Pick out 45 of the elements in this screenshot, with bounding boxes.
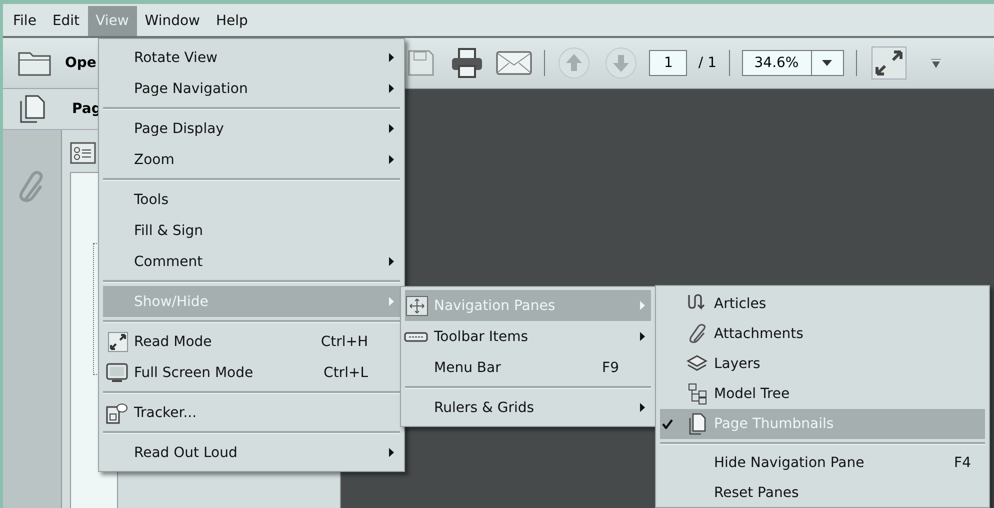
zoom-field[interactable]: 34.6% xyxy=(742,50,812,76)
print-icon[interactable] xyxy=(450,47,484,79)
options-icon[interactable] xyxy=(70,142,96,164)
tree-icon xyxy=(688,383,708,405)
open-button[interactable]: Ope xyxy=(65,55,96,71)
menu-item[interactable]: Page Display xyxy=(103,113,400,144)
save-icon[interactable] xyxy=(406,48,436,78)
menu-item[interactable]: Full Screen Mode Ctrl+L xyxy=(103,357,400,388)
menu-item[interactable]: Fill & Sign xyxy=(103,215,400,246)
mail-icon[interactable] xyxy=(496,50,532,76)
menu-item[interactable]: Read Mode Ctrl+H xyxy=(103,326,400,357)
menu-item[interactable]: Window xyxy=(136,6,208,36)
tracker-icon xyxy=(106,402,128,424)
pages-icon xyxy=(688,413,708,435)
menu-item[interactable]: Tools xyxy=(103,184,400,215)
pages-icon[interactable] xyxy=(18,94,46,124)
menu-item[interactable]: Attachments xyxy=(660,319,985,349)
menu-item[interactable]: Toolbar Items xyxy=(405,321,651,352)
page-total: / 1 xyxy=(698,55,716,71)
menu-item[interactable]: Rulers & Grids xyxy=(405,392,651,423)
expand-icon xyxy=(108,332,128,352)
caret-icon xyxy=(822,60,832,66)
menu-item[interactable]: Help xyxy=(208,6,256,36)
menu-item[interactable]: Menu Bar F9 xyxy=(405,352,651,383)
zoom-dropdown[interactable] xyxy=(812,50,844,76)
page-number-field[interactable]: 1 xyxy=(649,50,688,76)
paperclip-icon xyxy=(688,323,708,345)
menu-item[interactable]: File xyxy=(5,6,44,36)
menu-item[interactable]: Comment xyxy=(103,246,400,277)
menu-item[interactable]: Tracker... xyxy=(103,397,400,428)
toolbar-icon xyxy=(404,332,428,342)
menu-item[interactable]: Zoom xyxy=(103,144,400,175)
menu-item[interactable]: Reset Panes xyxy=(660,478,985,507)
menu-item[interactable]: Articles xyxy=(660,289,985,319)
menu-item[interactable]: Read Out Loud xyxy=(103,437,400,468)
menu-item[interactable]: Model Tree xyxy=(660,379,985,409)
menu-item[interactable]: Layers xyxy=(660,349,985,379)
expand-icon[interactable] xyxy=(870,46,906,80)
menu-item[interactable]: Page Navigation xyxy=(103,73,400,104)
overflow-icon[interactable] xyxy=(930,58,940,68)
monitor-icon xyxy=(106,362,128,382)
panes-icon xyxy=(406,296,428,316)
menu-item[interactable]: Rotate View xyxy=(103,42,400,73)
menu-item[interactable]: Edit xyxy=(44,6,88,36)
menu-item[interactable]: Hide Navigation Pane F4 xyxy=(660,448,985,478)
